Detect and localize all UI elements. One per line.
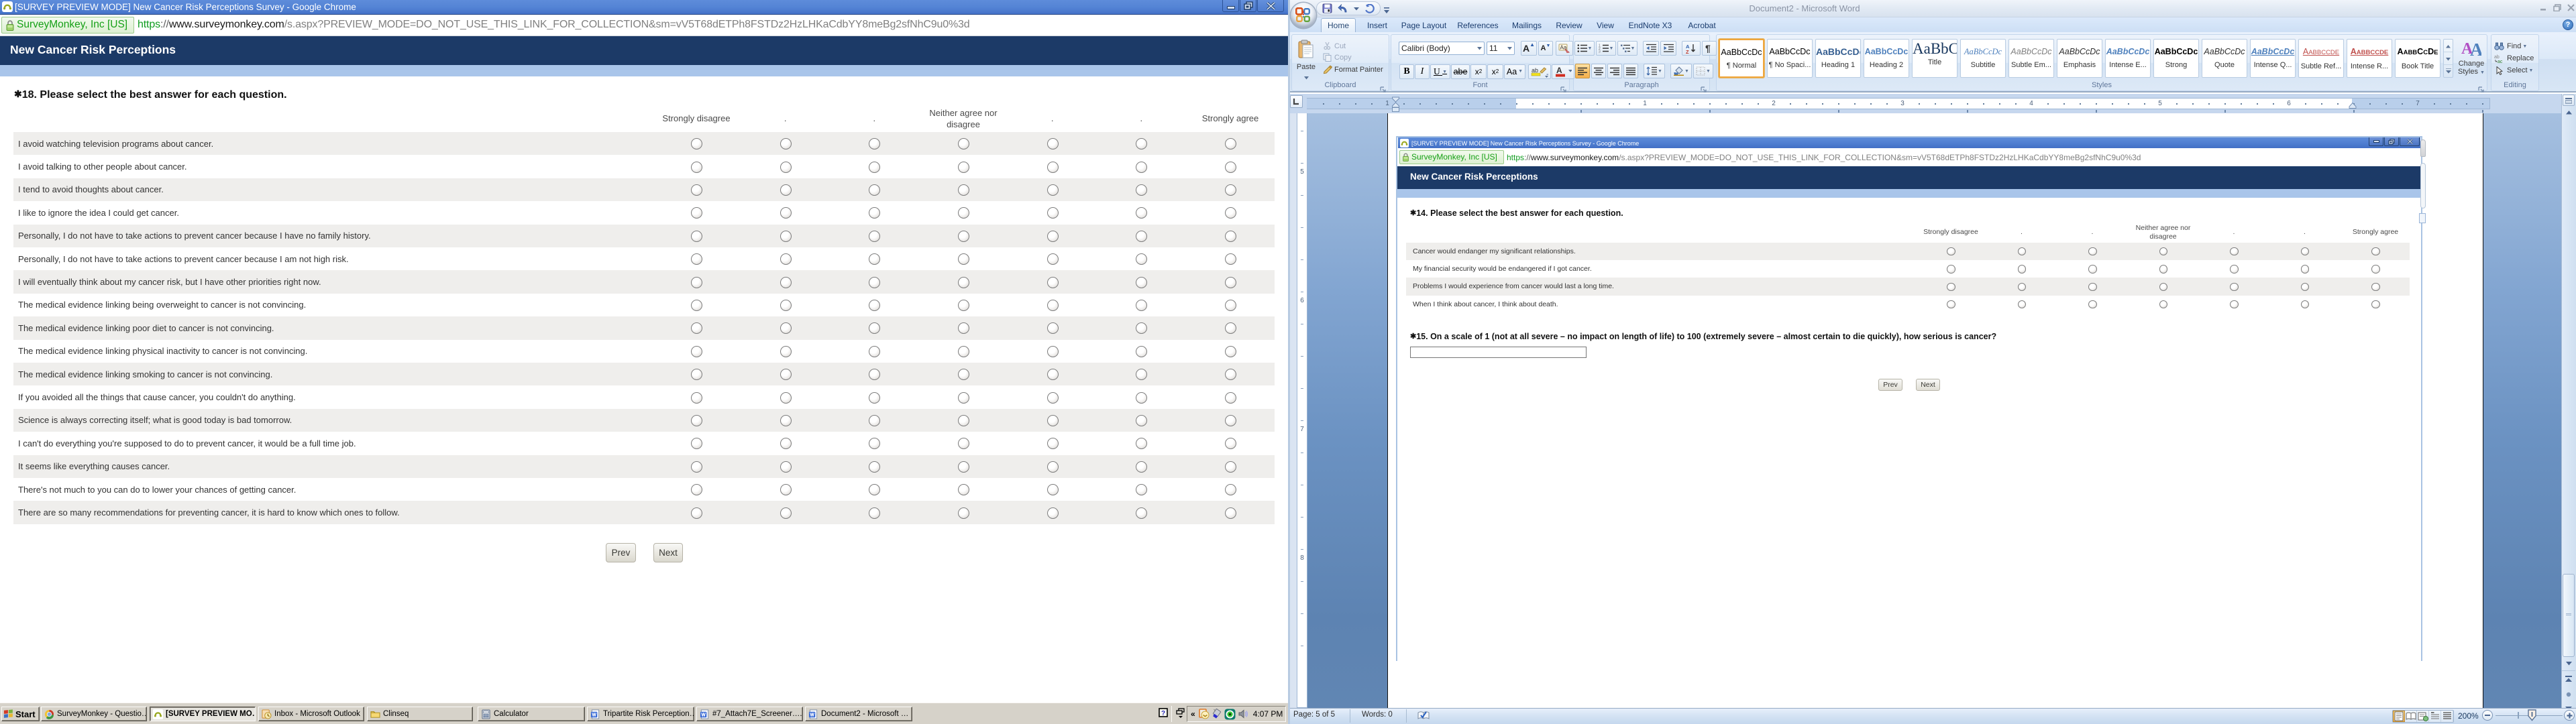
- svg-text:?: ?: [1161, 710, 1165, 717]
- svg-text:ab: ab: [2494, 55, 2500, 60]
- svg-text:ac: ac: [2498, 60, 2503, 63]
- svg-text:A: A: [2470, 40, 2481, 56]
- svg-text:A: A: [1556, 66, 1562, 75]
- svg-text:ab: ab: [1532, 67, 1538, 74]
- svg-text:Z: Z: [1686, 49, 1689, 54]
- svg-text:¶: ¶: [1705, 44, 1711, 53]
- svg-text:3: 3: [1599, 50, 1601, 54]
